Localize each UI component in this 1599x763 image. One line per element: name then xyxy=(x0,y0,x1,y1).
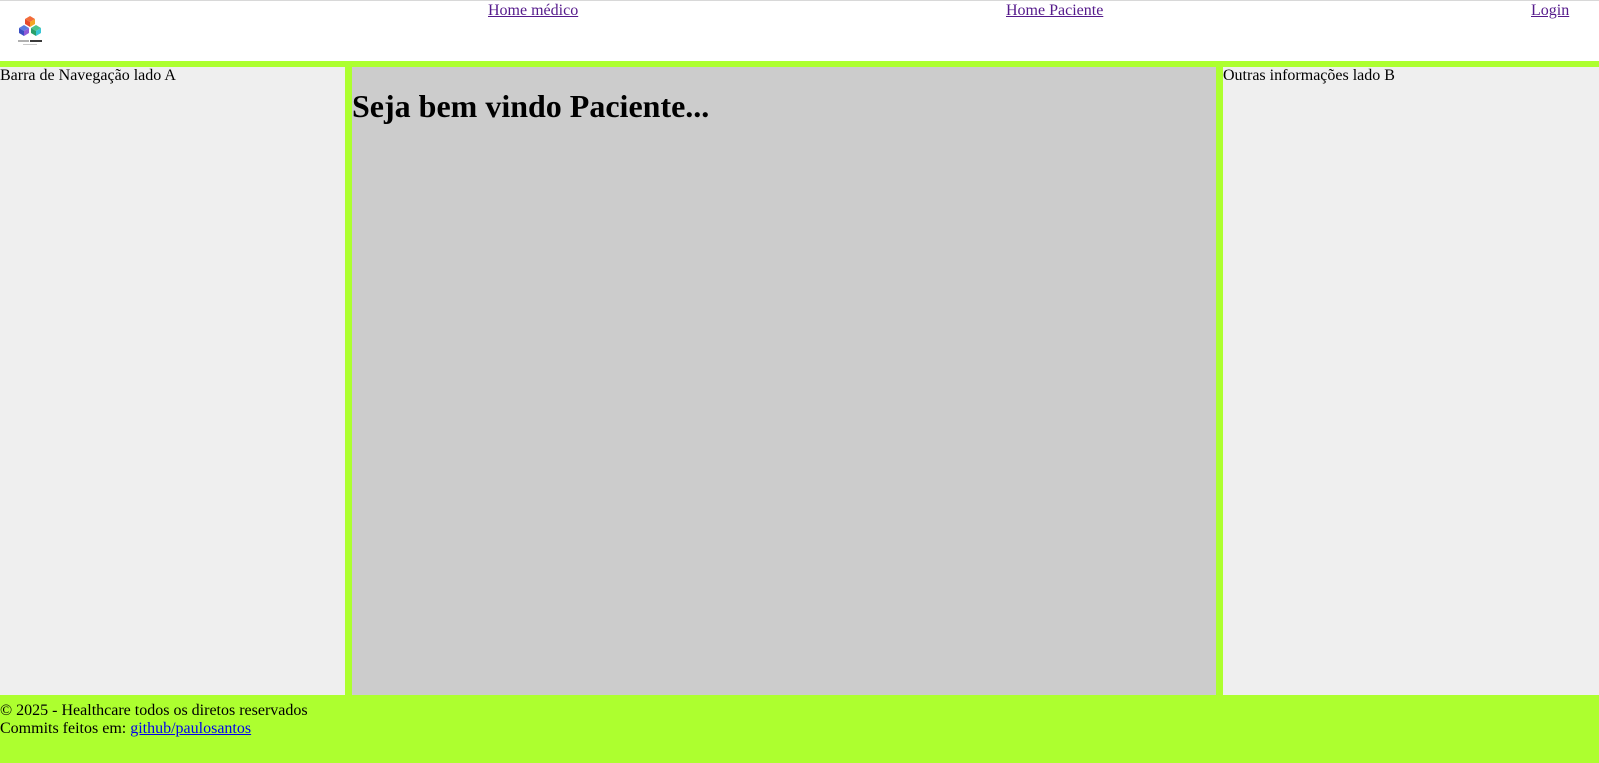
sidebar-b-label: Outras informações lado B xyxy=(1223,67,1395,84)
footer-commits-line: Commits feitos em: github/paulosantos xyxy=(0,720,1599,738)
footer-copyright: © 2025 - Healthcare todos os diretos res… xyxy=(0,702,308,719)
site-footer: © 2025 - Healthcare todos os diretos res… xyxy=(0,695,1599,763)
site-header: Home médico Home Paciente Login xyxy=(0,1,1599,61)
github-link[interactable]: github/paulosantos xyxy=(130,720,251,737)
page-layout: Barra de Navegação lado A Seja bem vindo… xyxy=(0,61,1599,695)
main-content: Seja bem vindo Paciente... xyxy=(352,67,1216,695)
footer-commits-prefix: Commits feitos em: xyxy=(0,720,131,737)
sidebar-a-label: Barra de Navegação lado A xyxy=(0,67,176,84)
nav-login-link[interactable]: Login xyxy=(1531,2,1569,20)
page-title: Seja bem vindo Paciente... xyxy=(352,88,710,124)
nav-home-paciente-link[interactable]: Home Paciente xyxy=(1006,2,1103,20)
nav-home-medico-link[interactable]: Home médico xyxy=(488,2,578,20)
sidebar-a: Barra de Navegação lado A xyxy=(0,67,345,695)
sidebar-b: Outras informações lado B xyxy=(1223,67,1599,695)
company-cube-logo-icon xyxy=(18,16,42,45)
